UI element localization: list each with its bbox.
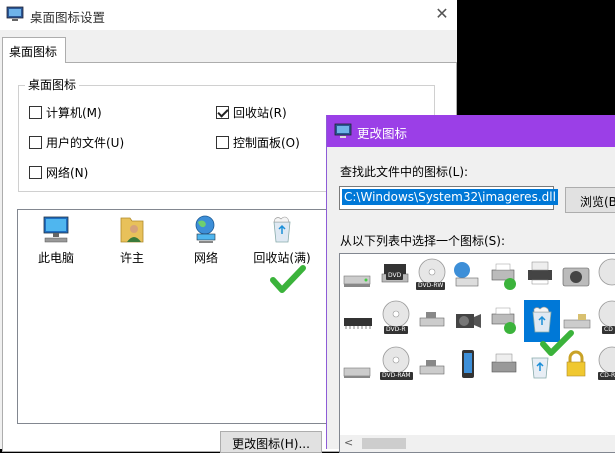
- user-folder-icon: [120, 217, 144, 243]
- group-title: 桌面图标: [25, 76, 80, 93]
- dialog-title-bar: 更改图标: [327, 115, 615, 147]
- icon-label: 此电脑: [37, 251, 74, 265]
- disc-label: CD: [602, 326, 615, 334]
- recycle-bin-full-icon: [273, 216, 291, 243]
- green-checkmark-icon: [270, 265, 306, 293]
- phone-icon[interactable]: [452, 348, 484, 380]
- printer-check-icon[interactable]: [488, 260, 520, 292]
- disc-label: DVD-RW: [416, 282, 446, 290]
- select-icon-label: 从以下列表中选择一个图标(S):: [340, 234, 506, 248]
- display-settings-icon: [334, 123, 352, 138]
- checkbox-user-files[interactable]: 用户的文件(U): [29, 134, 124, 151]
- icon-file-path-input[interactable]: C:\Windows\System32\imageres.dll: [339, 186, 558, 210]
- memory-chip-icon[interactable]: [342, 306, 374, 338]
- disc-label: DVD-R: [384, 326, 408, 334]
- checkbox-box[interactable]: [29, 166, 42, 179]
- scroll-left-icon[interactable]: <: [344, 436, 353, 449]
- checkbox-control-panel[interactable]: 控制面板(O): [216, 134, 300, 151]
- change-icon-dialog: 更改图标 查找此文件中的图标(L): C:\Windows\System32\i…: [326, 115, 615, 453]
- scroll-thumb[interactable]: [362, 438, 406, 449]
- title-bar: 桌面图标设置 ✕: [0, 0, 457, 30]
- checkbox-box[interactable]: [216, 136, 229, 149]
- disc-label: CD-R: [598, 372, 615, 380]
- disc-label: DVD-RAM: [380, 372, 413, 380]
- checkbox-network[interactable]: 网络(N): [29, 164, 88, 181]
- window-title: 桌面图标设置: [30, 10, 106, 25]
- usb-drive-icon[interactable]: [416, 304, 448, 336]
- path-text-selected: C:\Windows\System32\imageres.dll: [342, 189, 558, 205]
- printer-icon[interactable]: [524, 258, 556, 290]
- checkbox-label: 网络(N): [46, 166, 89, 180]
- close-icon[interactable]: ✕: [428, 2, 456, 26]
- find-icons-label: 查找此文件中的图标(L):: [340, 165, 469, 179]
- browse-button[interactable]: 浏览(B)...: [565, 187, 615, 213]
- icon-label: 网络: [193, 251, 218, 265]
- checkbox-label: 用户的文件(U): [46, 136, 125, 150]
- printer-check-icon[interactable]: [488, 304, 520, 336]
- disc-label: DVD: [386, 272, 404, 280]
- computer-icon: [43, 216, 69, 243]
- video-camera-icon[interactable]: [452, 304, 484, 336]
- printer-icon[interactable]: [488, 350, 520, 382]
- checkbox-label: 计算机(M): [46, 106, 102, 120]
- checkbox-box[interactable]: [29, 136, 42, 149]
- icon-label: 许主: [119, 251, 144, 265]
- network-icon: [195, 215, 216, 243]
- checkbox-box-checked[interactable]: [216, 106, 229, 119]
- icon-label: 回收站(满): [253, 251, 311, 265]
- icon-grid[interactable]: DVD DVD-RW DVD-R CD DVD-RAM CD-R: [339, 253, 615, 453]
- checkbox-label: 控制面板(O): [233, 136, 300, 150]
- checkbox-label: 回收站(R): [233, 106, 287, 120]
- disc-icon[interactable]: [596, 258, 615, 290]
- change-icon-button[interactable]: 更改图标(H)...: [220, 431, 322, 453]
- display-settings-icon: [6, 6, 24, 21]
- list-item-user-folder[interactable]: 许主: [100, 214, 164, 266]
- green-checkmark-icon: [540, 330, 574, 356]
- checkbox-computer[interactable]: 计算机(M): [29, 104, 102, 121]
- drive-icon[interactable]: [342, 354, 374, 386]
- checkbox-recycle-bin[interactable]: 回收站(R): [216, 104, 287, 121]
- tab-desktop-icons[interactable]: 桌面图标: [2, 37, 66, 63]
- drive-green-icon[interactable]: [342, 264, 374, 296]
- usb-drive-icon[interactable]: [416, 352, 448, 384]
- network-printer-icon[interactable]: [450, 260, 482, 292]
- list-item-this-pc[interactable]: 此电脑: [24, 214, 88, 266]
- checkbox-box[interactable]: [29, 106, 42, 119]
- list-item-network[interactable]: 网络: [174, 214, 238, 266]
- dialog-title: 更改图标: [357, 126, 408, 141]
- list-item-recycle-bin-full[interactable]: 回收站(满): [250, 214, 314, 266]
- camera-icon[interactable]: [560, 260, 592, 292]
- horizontal-scrollbar[interactable]: <: [340, 435, 615, 452]
